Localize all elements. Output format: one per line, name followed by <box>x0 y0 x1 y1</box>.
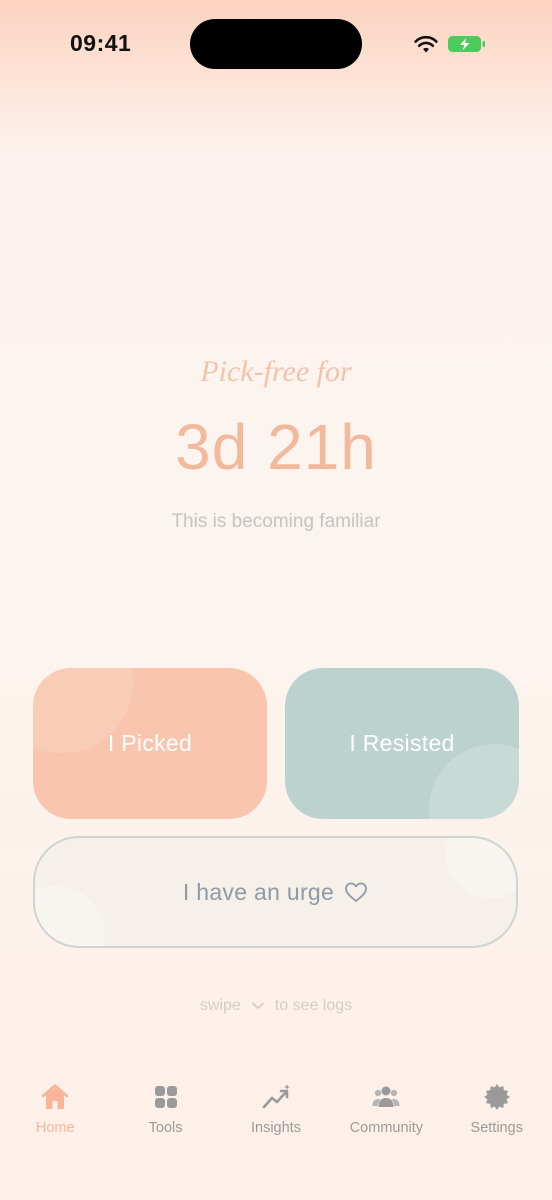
heart-icon <box>345 882 368 902</box>
tab-settings-label: Settings <box>470 1120 523 1136</box>
tab-tools[interactable]: Tools <box>110 1070 220 1150</box>
tab-bar: Home Tools Insights Community Settings <box>0 1070 552 1150</box>
status-bar: 09:41 <box>0 0 552 90</box>
i-picked-button[interactable]: I Picked <box>33 668 267 819</box>
urge-label: I have an urge <box>182 878 335 905</box>
i-resisted-button[interactable]: I Resisted <box>285 668 519 819</box>
battery-charging-icon <box>448 36 485 52</box>
decorative-bubble <box>446 838 516 898</box>
streak-value: 3d 21h <box>175 411 377 483</box>
tab-home[interactable]: Home <box>0 1070 110 1150</box>
tab-community-label: Community <box>349 1120 424 1136</box>
i-resisted-label: I Resisted <box>349 730 455 756</box>
i-picked-label: I Picked <box>107 730 193 756</box>
home-icon <box>41 1084 69 1109</box>
streak-message: This is becoming familiar <box>171 511 381 532</box>
swipe-hint-prefix: swipe <box>199 997 241 1014</box>
decorative-bubble <box>35 886 105 946</box>
streak-label: Pick-free for <box>200 355 352 388</box>
tab-settings[interactable]: Settings <box>442 1070 552 1150</box>
tab-home-label: Home <box>35 1120 75 1136</box>
status-time: 09:41 <box>70 30 132 56</box>
trend-up-icon <box>262 1084 290 1109</box>
swipe-hint: swipe to see logs <box>0 997 552 1015</box>
tab-insights-label: Insights <box>250 1120 301 1136</box>
people-icon <box>372 1086 400 1107</box>
i-have-an-urge-button[interactable]: I have an urge <box>33 836 518 948</box>
swipe-hint-suffix: to see logs <box>274 997 353 1014</box>
tab-insights[interactable]: Insights <box>221 1070 331 1150</box>
wifi-icon <box>414 35 438 53</box>
tab-community[interactable]: Community <box>331 1070 441 1150</box>
chevron-down-icon <box>251 1002 264 1009</box>
grid-icon <box>154 1086 177 1108</box>
tab-tools-label: Tools <box>148 1120 183 1136</box>
dynamic-island <box>190 19 362 69</box>
gear-icon <box>483 1084 510 1110</box>
